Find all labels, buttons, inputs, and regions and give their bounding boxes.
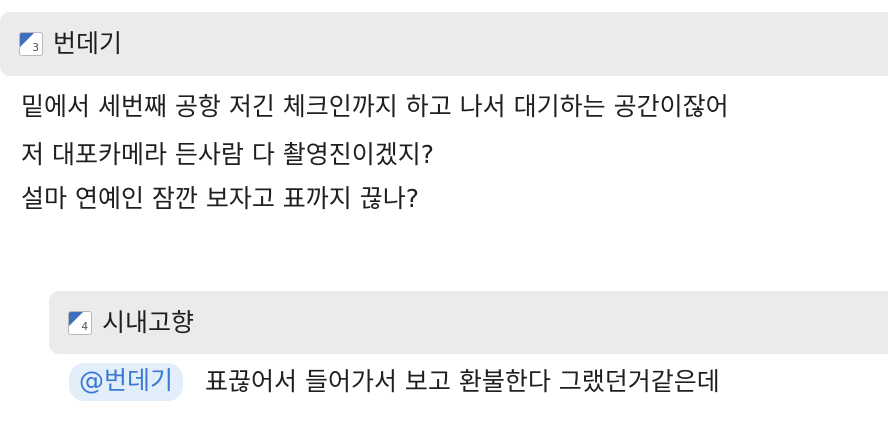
comment-text-line: 설마 연예인 잠깐 보자고 표까지 끊나?	[21, 184, 420, 213]
comment-text: 표끊어서 들어가서 보고 환불한다 그랬던거같은데	[205, 367, 720, 396]
level-number: 4	[81, 319, 88, 333]
comment-header: 4 시내고향	[49, 291, 888, 354]
comment-header: 3 번데기	[0, 12, 888, 76]
mention-tag[interactable]: @번데기	[69, 363, 184, 401]
author-nickname[interactable]: 번데기	[53, 29, 122, 59]
comment-text-line: 저 대포카메라 든사람 다 촬영진이겠지?	[21, 140, 435, 169]
reply-body: @번데기 표끊어서 들어가서 보고 환불한다 그랬던거같은데	[69, 363, 720, 401]
level-badge-icon: 4	[68, 310, 92, 335]
level-number: 3	[32, 41, 39, 54]
author-nickname[interactable]: 시내고향	[102, 308, 194, 338]
level-badge-icon: 3	[19, 32, 43, 56]
comment-text-line: 밑에서 세번째 공항 저긴 체크인까지 하고 나서 대기하는 공간이잖어	[21, 92, 729, 121]
